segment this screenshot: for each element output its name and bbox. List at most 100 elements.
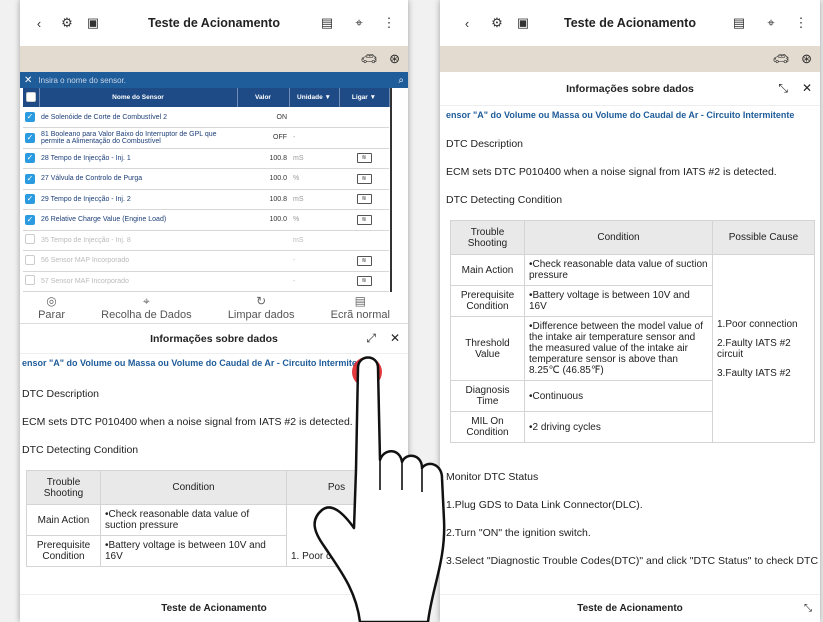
graph-icon[interactable]: ≋ <box>356 173 372 184</box>
capture-icon[interactable]: ⌖ <box>762 14 780 32</box>
info-title: Informações sobre dados <box>566 82 694 95</box>
back-icon[interactable]: ‹ <box>458 14 476 32</box>
graph-icon[interactable]: ≋ <box>356 194 372 205</box>
sensor-row[interactable]: ✓ 26 Relative Charge Value (Engine Load) 1… <box>23 209 389 231</box>
action-bar: ◎ Parar ⌖ Recolha de Dados ↻ Limpar dados ▤ Ecr… <box>20 292 408 324</box>
row-checkbox[interactable]: ✓ <box>23 189 39 210</box>
sensor-row[interactable]: 57 Sensor MAF Incorporado - ≋ <box>23 271 389 292</box>
vehicle-diagnostic-icon[interactable]: ⚙ <box>488 14 506 32</box>
sensor-name: 28 Tempo de Injecção - Inj. 1 <box>39 148 237 169</box>
dtc-condition-label: DTC Detecting Condition <box>446 194 563 206</box>
ecu-icon[interactable]: ▣ <box>84 14 102 32</box>
graph-toggle[interactable] <box>339 107 389 128</box>
row-condition: •Difference between the model value of t… <box>524 316 713 381</box>
sensor-row[interactable]: ✓ 29 Tempo de Injecção - Inj. 2 100.8 mS ≋ <box>23 189 389 210</box>
action-stop-button[interactable]: ◎ Parar <box>38 294 65 321</box>
action-capture-button[interactable]: ⌖ Recolha de Dados <box>101 294 192 321</box>
row-header: Main Action <box>450 254 525 286</box>
dtc-icon[interactable]: ▤ <box>730 14 748 32</box>
row-checkbox[interactable] <box>23 230 39 251</box>
more-icon[interactable]: ⋮ <box>792 14 810 32</box>
row-header: Prerequisite Condition <box>26 535 101 567</box>
close-icon[interactable]: ✕ <box>390 331 400 346</box>
sensor-value <box>237 230 289 251</box>
graph-icon[interactable]: ≋ <box>356 255 372 266</box>
info-header: Informações sobre dados ⤡ ✕ <box>440 72 820 106</box>
capture-icon[interactable]: ⌖ <box>350 14 368 32</box>
back-icon[interactable]: ‹ <box>30 14 48 32</box>
graph-icon[interactable]: ≋ <box>356 276 372 287</box>
collapse-icon[interactable]: ⤡ <box>778 81 788 96</box>
row-checkbox[interactable]: ✓ <box>23 107 39 128</box>
search-icon[interactable]: ⌕ <box>398 75 404 86</box>
close-search-icon[interactable]: ✕ <box>24 75 32 86</box>
graph-icon[interactable]: ≋ <box>356 214 372 225</box>
row-checkbox[interactable]: ✓ <box>23 148 39 169</box>
row-condition: •Battery voltage is between 10V and 16V <box>100 535 287 567</box>
sensor-unit: % <box>289 168 339 190</box>
row-header: Threshold Value <box>450 316 525 381</box>
action-label: Limpar dados <box>227 309 295 321</box>
graph-toggle[interactable]: ≋ <box>339 209 389 231</box>
dtc-description-label: DTC Description <box>22 388 100 400</box>
action-screen-button[interactable]: ▤ Ecrã normal <box>331 294 390 321</box>
graph-toggle[interactable]: ≋ <box>339 271 389 292</box>
column-value[interactable]: Valor <box>237 88 290 107</box>
car-icon[interactable]: 🚗︎ <box>361 51 378 67</box>
sensor-row[interactable]: 56 Sensor MAP Incorporado - ≋ <box>23 250 389 272</box>
graph-icon[interactable]: ≋ <box>356 153 372 164</box>
row-checkbox[interactable] <box>23 250 39 272</box>
column-connect[interactable]: Ligar ▼ <box>339 88 390 107</box>
dtc-description-label: DTC Description <box>446 138 524 150</box>
graph-toggle[interactable] <box>339 230 389 251</box>
bottom-title: Teste de Acionamento <box>577 603 683 614</box>
col-trouble-shooting: Trouble Shooting <box>450 220 525 255</box>
sensor-row[interactable]: ✓ 28 Tempo de Injecção - Inj. 1 100.8 mS ≋ <box>23 148 389 169</box>
expand-corner-icon[interactable]: ⤡ <box>804 603 812 614</box>
vehicle-diagnostic-icon[interactable]: ⚙ <box>58 14 76 32</box>
expand-icon[interactable]: ⤢ <box>366 331 376 346</box>
sensor-row[interactable]: 35 Tempo de Injecção - Inj. 8 mS <box>23 230 389 251</box>
row-condition: •Check reasonable data value of suction … <box>100 504 287 536</box>
row-header: Diagnosis Time <box>450 380 525 412</box>
more-icon[interactable]: ⋮ <box>380 14 398 32</box>
sensor-row[interactable]: ✓ 81 Booleano para Valor Baixo do Interru… <box>23 127 389 149</box>
connection-icon[interactable]: ⊛ <box>801 51 812 67</box>
column-sensor-name[interactable]: Nome do Sensor <box>39 88 238 107</box>
sensor-unit: mS <box>289 230 339 251</box>
screen-icon: ▤ <box>354 294 366 308</box>
graph-toggle[interactable] <box>339 127 389 149</box>
sensor-value: 100.8 <box>237 189 289 210</box>
top-bar: ‹ ⚙ ▣ Teste de Acionamento ▤ ⌖ ⋮ <box>440 0 820 46</box>
graph-toggle[interactable]: ≋ <box>339 168 389 190</box>
column-unit[interactable]: Unidade ▼ <box>289 88 340 107</box>
graph-toggle[interactable]: ≋ <box>339 250 389 272</box>
select-all-header[interactable] <box>23 88 40 107</box>
search-input[interactable]: Insira o nome do sensor. <box>38 76 126 85</box>
dtc-description-text: ECM sets DTC P010400 when a noise signal… <box>446 166 777 178</box>
graph-toggle[interactable]: ≋ <box>339 148 389 169</box>
car-icon[interactable]: 🚗︎ <box>773 51 790 67</box>
row-checkbox[interactable]: ✓ <box>23 168 39 190</box>
sensor-value: OFF <box>237 127 289 149</box>
row-checkbox[interactable] <box>23 271 39 292</box>
sensor-row[interactable]: ✓ 27 Válvula de Controlo de Purga 100.0% ≋ <box>23 168 389 190</box>
graph-toggle[interactable]: ≋ <box>339 189 389 210</box>
info-title: Informações sobre dados <box>150 332 278 345</box>
row-condition: •2 driving cycles <box>524 411 713 443</box>
row-checkbox[interactable]: ✓ <box>23 209 39 231</box>
ecu-icon[interactable]: ▣ <box>514 14 532 32</box>
col-trouble-shooting: Trouble Shooting <box>26 470 101 505</box>
row-checkbox[interactable]: ✓ <box>23 127 39 149</box>
sensor-search-bar[interactable]: ✕ Insira o nome do sensor. ⌕ <box>20 72 408 88</box>
action-refresh-button[interactable]: ↻ Limpar dados <box>228 294 295 321</box>
sensor-value <box>237 271 289 292</box>
close-icon[interactable]: ✕ <box>802 81 812 96</box>
connection-icon[interactable]: ⊛ <box>389 51 400 67</box>
sensor-row[interactable]: ✓ de Solenóide de Corte de Combustível 2O… <box>23 107 389 128</box>
dtc-icon[interactable]: ▤ <box>318 14 336 32</box>
sensor-title: ensor "A" do Volume ou Massa ou Volume d… <box>22 358 371 368</box>
row-header: MIL On Condition <box>450 411 525 443</box>
possible-cause-cell: 1. Poor conne <box>286 504 387 567</box>
sensor-unit: - <box>289 127 339 149</box>
